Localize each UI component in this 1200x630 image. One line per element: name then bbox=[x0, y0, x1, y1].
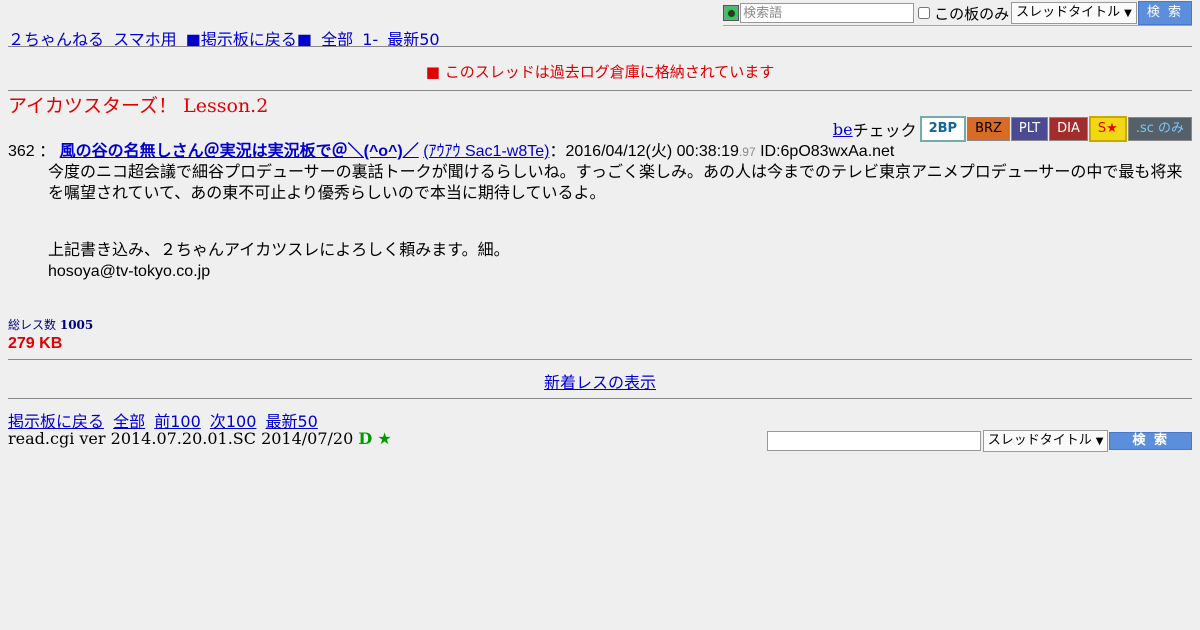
post: 362 ： 風の谷の名無しさん＠実況は実況板で＠＼(^o^)／ (ｱｳｱｳ Sa… bbox=[8, 142, 1192, 282]
thread-stats: 総レス数 1005 279 KB bbox=[8, 316, 93, 353]
version-d: D bbox=[358, 429, 373, 448]
post-separator: ： bbox=[39, 143, 56, 160]
post-date: ：2016/04/12(火) 00:38:19 bbox=[549, 143, 739, 160]
search-input[interactable] bbox=[740, 3, 915, 23]
board-only-option[interactable]: この板のみ bbox=[918, 3, 1009, 24]
post-header: 362 ： 風の谷の名無しさん＠実況は実況板で＠＼(^o^)／ (ｱｳｱｳ Sa… bbox=[8, 142, 1192, 162]
post-body-email: hosoya@tv-tokyo.co.jp bbox=[48, 262, 211, 280]
response-count-label: 総レス数 bbox=[8, 318, 57, 332]
archive-notice: ■ このスレッドは過去ログ倉庫に格納されています bbox=[425, 63, 775, 81]
search-scope-value: スレッドタイトル bbox=[1016, 5, 1121, 20]
bottom-search-scope-select[interactable]: スレッドタイトル ▼ bbox=[982, 430, 1109, 452]
post-body: 今度のニコ超会議で細谷プロデューサーの裏話トークが聞けるらしいね。すっごく楽しみ… bbox=[48, 163, 1192, 282]
divider bbox=[8, 398, 1192, 399]
search-scope-select[interactable]: スレッドタイトル ▼ bbox=[1011, 2, 1137, 24]
star-icon: ★ bbox=[377, 429, 392, 448]
version-info: read.cgi ver 2014.07.20.01.SC 2014/07/20… bbox=[8, 429, 392, 448]
filter-plt-button[interactable]: PLT bbox=[1010, 117, 1049, 141]
bottom-search-scope-value: スレッドタイトル bbox=[987, 433, 1092, 448]
post-id: ID:6pO83wxAa.net bbox=[760, 143, 895, 160]
thread-size: 279 KB bbox=[8, 335, 63, 352]
be-link[interactable]: be bbox=[833, 120, 853, 139]
post-body-paragraph: 今度のニコ超会議で細谷プロデューサーの裏話トークが聞けるらしいね。すっごく楽しみ… bbox=[48, 164, 1183, 202]
bottom-search-bar: スレッドタイトル ▼ 検 索 bbox=[766, 430, 1192, 452]
response-count: 総レス数 1005 bbox=[8, 316, 93, 333]
bottom-search-button[interactable]: 検 索 bbox=[1109, 432, 1192, 450]
new-responses: 新着レスの表示 bbox=[0, 369, 1200, 393]
divider bbox=[8, 46, 1192, 47]
response-count-value: 1005 bbox=[59, 318, 94, 332]
version-text: read.cgi ver 2014.07.20.01.SC 2014/07/20 bbox=[8, 429, 354, 448]
filter-sc-only-button[interactable]: .sc のみ bbox=[1127, 117, 1192, 141]
filter-dia-button[interactable]: DIA bbox=[1049, 117, 1088, 141]
show-new-responses-link[interactable]: 新着レスの表示 bbox=[544, 373, 656, 392]
search-button[interactable]: 検 索 bbox=[1137, 1, 1192, 25]
filter-brz-button[interactable]: BRZ bbox=[967, 117, 1010, 141]
poster-trip-link[interactable]: (ｱｳｱｳ Sac1-w8Te) bbox=[423, 143, 549, 160]
bottom-search-input[interactable] bbox=[766, 431, 981, 451]
check-label: チェック bbox=[852, 121, 917, 140]
post-number: 362 bbox=[8, 143, 35, 160]
be-check-bar: be チェック 2BP BRZ PLT DIA S★ .sc のみ bbox=[833, 116, 1192, 142]
board-only-label: この板のみ bbox=[934, 4, 1010, 23]
search-icon bbox=[723, 5, 740, 21]
thread-title: アイカツスターズ！ Lesson.2 bbox=[8, 95, 269, 117]
board-only-checkbox[interactable] bbox=[918, 7, 931, 19]
filter-sstar-button[interactable]: S★ bbox=[1088, 116, 1127, 142]
chevron-down-icon: ▼ bbox=[1095, 436, 1104, 447]
post-date-ms: .97 bbox=[738, 145, 756, 159]
poster-name-link[interactable]: 風の谷の名無しさん＠実況は実況板で＠＼(^o^)／ bbox=[60, 143, 419, 160]
filter-2bp-button[interactable]: 2BP bbox=[919, 116, 967, 142]
divider bbox=[8, 359, 1192, 360]
post-body-paragraph: 上記書き込み、２ちゃんアイカツスレによろしく頼みます。細。 bbox=[48, 242, 510, 259]
top-search-bar: この板のみ スレッドタイトル▼ 検 索 bbox=[723, 1, 1192, 26]
chevron-down-icon: ▼ bbox=[1124, 8, 1132, 19]
